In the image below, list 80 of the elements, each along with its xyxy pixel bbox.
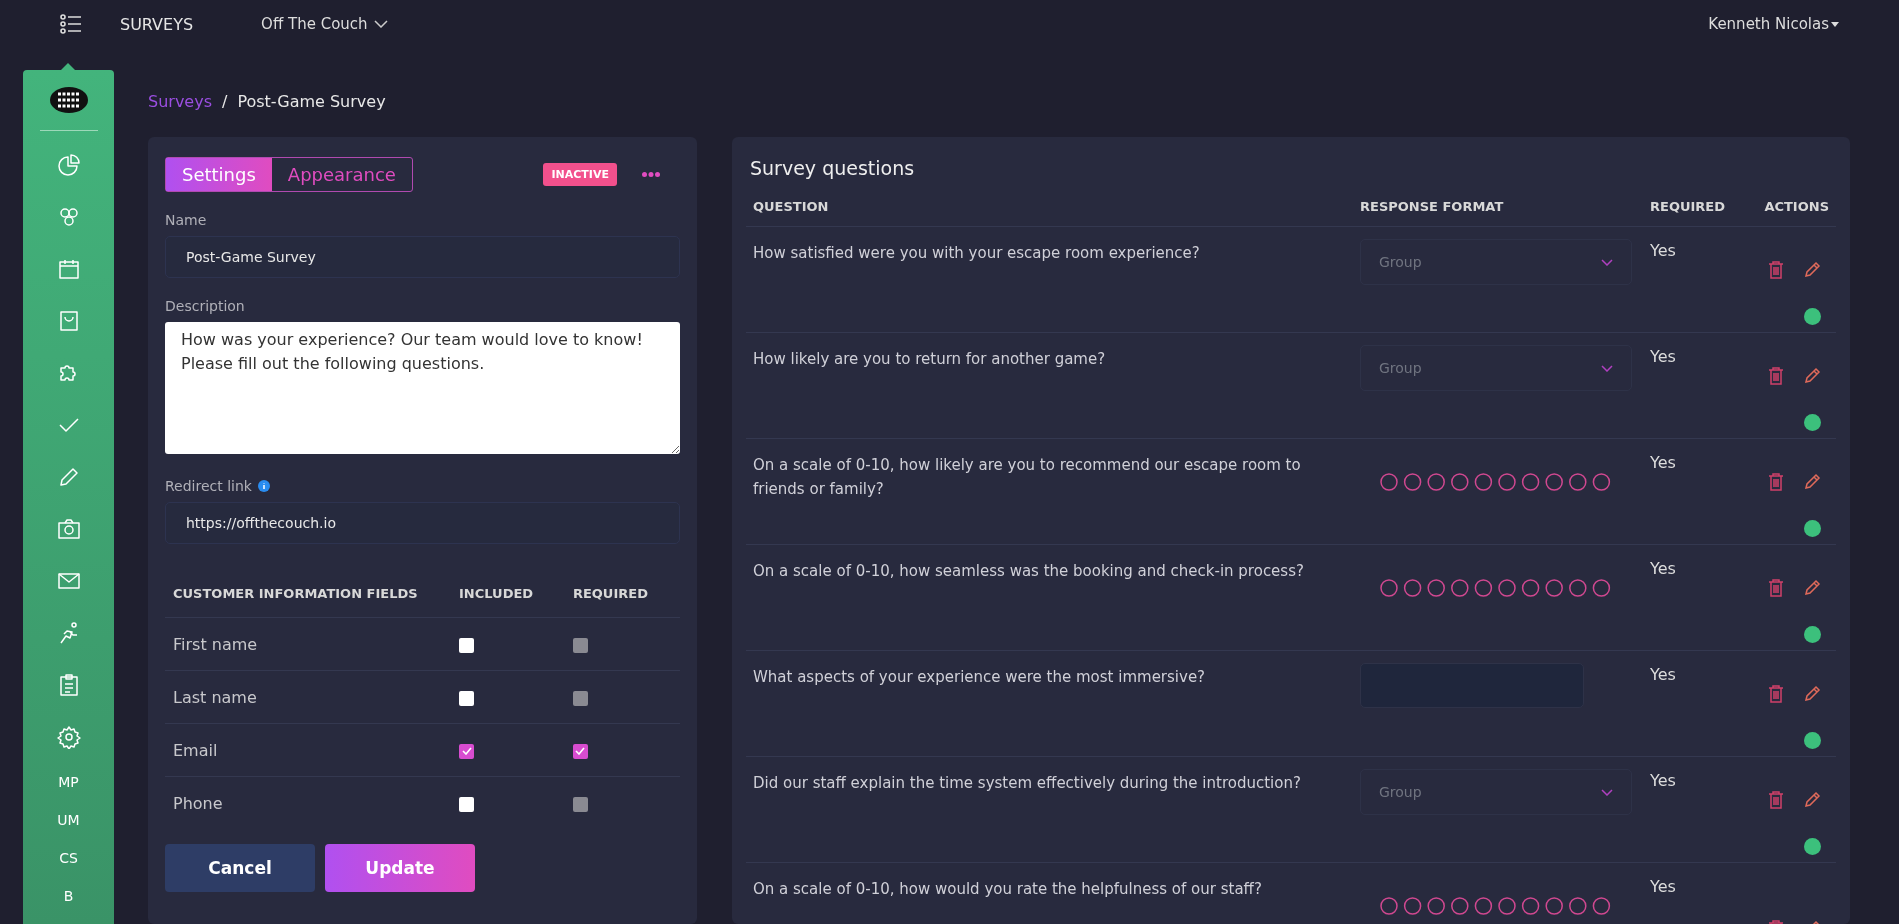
chevron-down-icon (1601, 258, 1613, 266)
required-value: Yes (1650, 877, 1677, 898)
redirect-link-field[interactable]: https://offthecouch.io (165, 502, 680, 544)
checkbox[interactable] (459, 637, 474, 653)
field-label: Name (165, 212, 208, 228)
trash-icon[interactable] (1768, 366, 1784, 385)
response-format-dropdown[interactable]: Group (1360, 239, 1632, 285)
response-format-dropdown[interactable]: Group (1360, 345, 1632, 391)
table-cell: Last name (165, 670, 451, 724)
breadcrumb-current: Post-Game Survey (237, 92, 386, 111)
sidebar-item[interactable]: B (63, 877, 74, 915)
field-label: Redirect link (165, 478, 252, 494)
question-text: How satisfied were you with your escape room experience? (753, 243, 1201, 264)
question-text: On a scale of 0-10, how would you rate the helpfulness of our staff? (753, 879, 1263, 900)
chevron-down-icon (373, 20, 388, 28)
trash-icon[interactable] (1768, 790, 1784, 809)
question-text: On a scale of 0-10, how seamless was the booking and check-in process? (753, 561, 1305, 582)
tab[interactable]: Appearance (271, 158, 412, 191)
pencil-icon[interactable] (1804, 791, 1821, 808)
trash-icon[interactable] (1768, 684, 1784, 703)
name-field[interactable]: Post-Game Survey (165, 236, 680, 278)
question-text: How likely are you to return for another game? (753, 349, 1107, 370)
checkbox[interactable] (459, 796, 474, 812)
checkbox[interactable] (572, 743, 588, 759)
required-value: Yes (1650, 241, 1677, 262)
chevron-down-icon (1601, 364, 1613, 372)
column-header: QUESTION (753, 199, 830, 214)
column-header: INCLUDED (451, 566, 565, 618)
sidebar-item[interactable]: CS (59, 839, 78, 877)
update-button[interactable]: Update (325, 844, 475, 892)
calendar-icon[interactable] (56, 257, 81, 281)
required-value: Yes (1650, 453, 1677, 474)
column-header: REQUIRED (564, 566, 680, 618)
status-badge: INACTIVE (543, 163, 617, 186)
pencil-icon[interactable] (1804, 261, 1821, 278)
info-icon[interactable] (257, 480, 270, 492)
question-text: On a scale of 0-10, how likely are you to recommend our escape room to friends or family? (753, 455, 1302, 500)
sidebar-item[interactable]: MP (58, 763, 79, 801)
trash-icon[interactable] (1768, 578, 1784, 597)
logo-icon[interactable] (48, 86, 89, 114)
pencil-icon[interactable] (1804, 367, 1821, 384)
tab[interactable]: Settings (166, 158, 272, 191)
section-title: SURVEYS (120, 14, 194, 34)
pencil-icon[interactable] (1804, 579, 1821, 596)
table-cell: Email (165, 723, 451, 777)
question-text: Did our staff explain the time system effectively during the introduction? (753, 773, 1302, 794)
column-header: RESPONSE FORMAT (1360, 199, 1505, 214)
response-format-dropdown[interactable]: Group (1360, 769, 1632, 815)
caret-icon (1831, 21, 1839, 27)
field-label: Description (165, 298, 246, 314)
sidebar-item[interactable]: UM (57, 801, 80, 839)
card-title: Survey questions (750, 157, 916, 179)
venue-dropdown[interactable]: Off The Couch (261, 15, 388, 33)
camera-icon[interactable] (56, 517, 81, 541)
more-options-icon[interactable] (642, 172, 660, 177)
breadcrumb-link[interactable]: Surveys (148, 92, 212, 111)
trash-icon[interactable] (1768, 472, 1784, 491)
settings-icon[interactable] (56, 725, 81, 749)
required-value: Yes (1650, 559, 1677, 580)
description-field[interactable]: How was your experience? Our team would love to know! Please fill out the following questions. (165, 322, 680, 454)
menu-icon[interactable] (60, 14, 82, 34)
pencil-icon[interactable] (1804, 685, 1821, 702)
required-value: Yes (1650, 665, 1677, 686)
column-header: ACTIONS (1763, 199, 1829, 214)
pencil-icon[interactable] (1804, 473, 1821, 490)
pie-chart-icon[interactable] (56, 153, 81, 177)
breadcrumb-separator: / (222, 92, 228, 111)
question-text: What aspects of your experience were the most immersive? (753, 667, 1207, 688)
table-cell: Phone (165, 776, 451, 829)
chevron-down-icon (1601, 788, 1613, 796)
checkbox[interactable] (459, 743, 474, 759)
checkbox[interactable] (459, 690, 474, 706)
required-value: Yes (1650, 347, 1677, 368)
table-cell: First name (165, 617, 451, 671)
cancel-button[interactable]: Cancel (165, 844, 315, 892)
trash-icon[interactable] (1768, 260, 1784, 279)
required-value: Yes (1650, 771, 1677, 792)
user-menu[interactable]: Kenneth Nicolas (1708, 15, 1839, 33)
column-header: CUSTOMER INFORMATION FIELDS (165, 566, 451, 618)
column-header: REQUIRED (1650, 199, 1727, 214)
